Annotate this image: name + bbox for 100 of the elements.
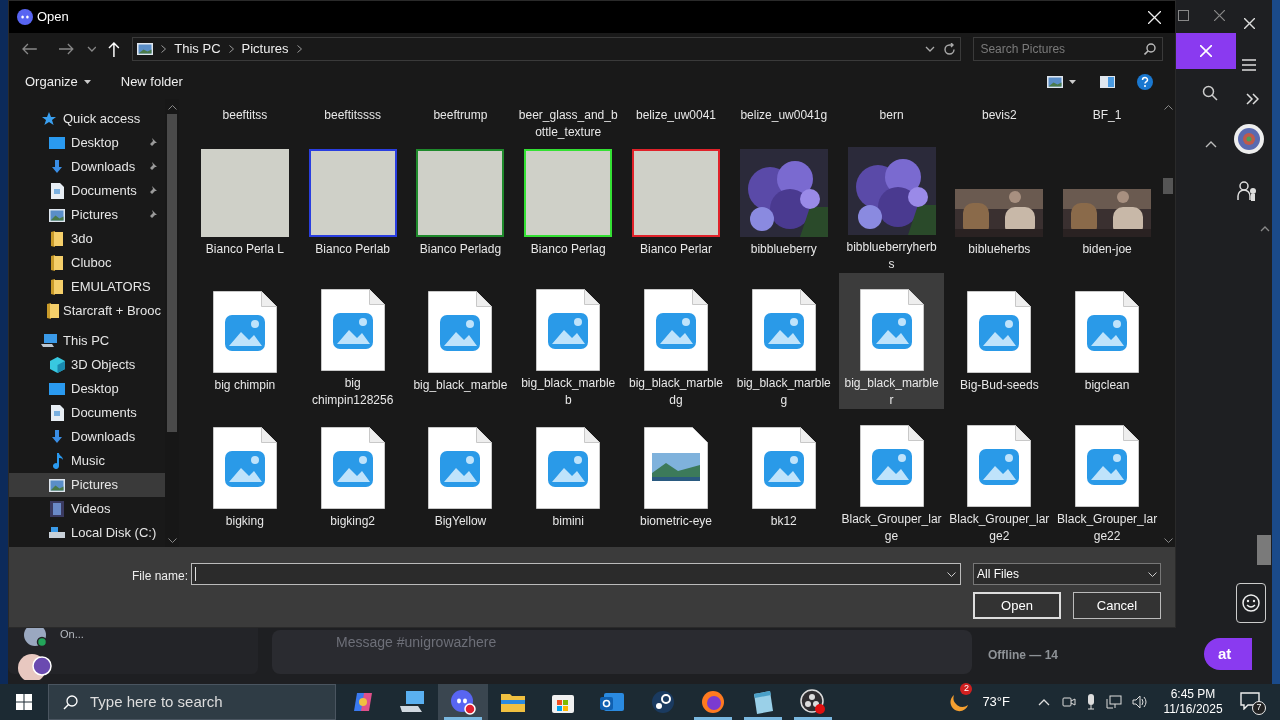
file-item[interactable]: bigking2	[299, 409, 406, 545]
file-item[interactable]: Black_Grouper_lar ge	[838, 409, 945, 545]
nav-item[interactable]: Desktop	[9, 131, 165, 155]
notification-icon[interactable]	[1240, 692, 1260, 710]
notepad-icon[interactable]	[752, 690, 774, 714]
file-item[interactable]: bibblueberryherb s	[838, 137, 945, 273]
nav-item[interactable]: Documents	[9, 179, 165, 203]
file-item[interactable]: Bianco Perladg	[407, 137, 514, 273]
file-item[interactable]: belize_uw0041	[623, 99, 729, 137]
file-type-dropdown[interactable]: All Files	[973, 563, 1161, 585]
file-item[interactable]: beeftitssss	[299, 99, 406, 137]
steam-icon[interactable]	[651, 690, 675, 714]
nav-item[interactable]: Downloads	[9, 155, 165, 179]
breadcrumb-item[interactable]: Pictures	[241, 39, 289, 59]
file-item[interactable]: bimini	[515, 409, 622, 545]
file-item[interactable]: Big-Bud-seeds	[946, 273, 1053, 409]
chevron-up-icon[interactable]	[1163, 105, 1173, 110]
organize-button[interactable]: Organize	[25, 72, 91, 92]
file-item[interactable]: bigking	[192, 409, 298, 545]
nav-item[interactable]: Music	[9, 449, 165, 473]
file-item[interactable]: biden-joe	[1054, 137, 1160, 273]
file-item[interactable]: beeftitss	[192, 99, 298, 137]
file-item[interactable]: big_black_marble r	[838, 273, 945, 409]
pictures-icon[interactable]	[1047, 76, 1063, 88]
scrollbar-thumb[interactable]	[1257, 535, 1271, 565]
clock-time[interactable]: 6:45 PM	[1170, 687, 1216, 702]
forward-arrow-icon[interactable]	[58, 43, 75, 55]
copilot-icon[interactable]	[351, 690, 375, 714]
file-item[interactable]: big_black_marble dg	[623, 273, 729, 409]
file-item[interactable]: Bianco Perlar	[623, 137, 729, 273]
chevron-down-icon[interactable]	[925, 46, 936, 52]
chevron-up-icon[interactable]	[1205, 141, 1217, 148]
file-item[interactable]: BF_1	[1054, 99, 1160, 137]
people-icon[interactable]	[1237, 181, 1257, 201]
nav-item[interactable]: Local Disk (C:)	[9, 521, 165, 545]
microphone-icon[interactable]	[1086, 694, 1096, 710]
avatar-icon[interactable]	[1234, 124, 1264, 154]
file-item[interactable]: belize_uw0041g	[730, 99, 837, 137]
mail-icon[interactable]	[600, 691, 626, 713]
file-item[interactable]: beer_glass_and_b ottle_texture	[515, 99, 622, 137]
nav-item[interactable]: Pictures	[9, 203, 165, 227]
close-button[interactable]	[1176, 33, 1236, 69]
file-item[interactable]: bibblueberry	[730, 137, 837, 273]
file-item[interactable]: biblueherbs	[946, 137, 1053, 273]
chevron-up-icon[interactable]	[167, 105, 177, 110]
taskbar-search-field[interactable]: Type here to search	[48, 684, 336, 720]
file-item[interactable]: biometric-eye	[623, 409, 729, 545]
clock-date[interactable]: 11/16/2025	[1163, 702, 1223, 717]
help-icon[interactable]	[1137, 74, 1153, 90]
nav-item[interactable]: Starcraft + Brooc	[9, 299, 165, 323]
nav-item[interactable]: Videos	[9, 497, 165, 521]
chevron-down-icon[interactable]	[1163, 538, 1173, 543]
nav-item[interactable]: 3D Objects	[9, 353, 165, 377]
chevron-down-icon[interactable]	[167, 538, 177, 543]
open-button[interactable]: Open	[973, 592, 1061, 619]
nav-item[interactable]: Downloads	[9, 425, 165, 449]
search-field[interactable]: Search Pictures	[973, 37, 1164, 61]
chevron-up-icon[interactable]	[1260, 226, 1270, 232]
network-icon[interactable]	[1106, 695, 1122, 709]
caret-icon[interactable]	[1069, 80, 1076, 84]
record-icon[interactable]	[800, 689, 826, 715]
nav-item[interactable]: 3do	[9, 227, 165, 251]
nav-item[interactable]: Pictures	[9, 473, 165, 497]
double-chevron-icon[interactable]	[1246, 93, 1259, 105]
scrollbar-thumb[interactable]	[1163, 178, 1173, 194]
file-name-field[interactable]	[191, 563, 961, 585]
breadcrumb-item[interactable]: This PC	[174, 39, 221, 59]
refresh-icon[interactable]	[943, 42, 957, 56]
file-item[interactable]: bigclean	[1054, 273, 1160, 409]
file-item[interactable]: Bianco Perla L	[192, 137, 298, 273]
file-item[interactable]: big_black_marble	[407, 273, 514, 409]
discord-icon[interactable]	[450, 689, 476, 715]
file-item[interactable]: Black_Grouper_lar ge2	[946, 409, 1053, 545]
computer-icon[interactable]	[400, 691, 426, 713]
search-icon[interactable]	[1202, 85, 1218, 101]
emoji-button[interactable]	[1236, 583, 1266, 623]
nav-item[interactable]: EMULATORS	[9, 275, 165, 299]
windows-logo-icon[interactable]	[16, 694, 32, 710]
up-arrow-icon[interactable]	[108, 41, 121, 57]
maximize-icon[interactable]	[1178, 10, 1189, 21]
nav-item[interactable]: Cluboc	[9, 251, 165, 275]
scrollbar-thumb[interactable]	[167, 114, 177, 432]
cancel-button[interactable]: Cancel	[1073, 592, 1161, 619]
nav-item[interactable]: This PC	[9, 329, 165, 353]
file-item[interactable]: bern	[838, 99, 945, 137]
temperature[interactable]: 73°F	[982, 692, 1010, 712]
chat-button[interactable]: at	[1204, 638, 1252, 670]
file-item[interactable]: bevis2	[946, 99, 1053, 137]
file-item[interactable]: bk12	[730, 409, 837, 545]
menu-icon[interactable]	[1242, 59, 1256, 71]
file-item[interactable]: beeftrump	[407, 99, 514, 137]
file-item[interactable]: BigYellow	[407, 409, 514, 545]
chevron-down-icon[interactable]	[86, 46, 97, 52]
address-bar[interactable]: This PC Pictures	[132, 37, 962, 61]
file-item[interactable]: big_black_marble g	[730, 273, 837, 409]
file-item[interactable]: Bianco Perlag	[515, 137, 622, 273]
nav-item[interactable]: Documents	[9, 401, 165, 425]
file-item[interactable]: big chimpin	[192, 273, 298, 409]
file-item[interactable]: Bianco Perlab	[299, 137, 406, 273]
speaker-icon[interactable]	[1132, 695, 1148, 709]
